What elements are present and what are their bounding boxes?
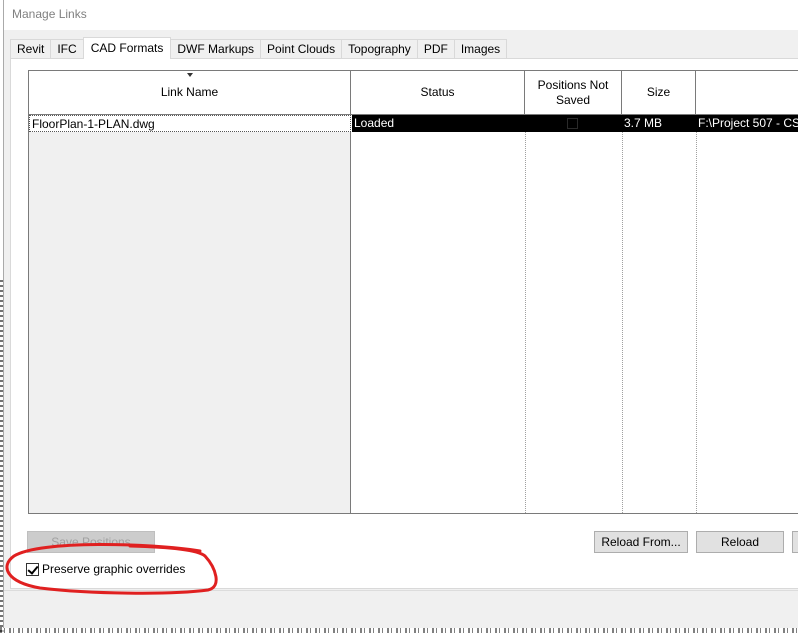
cell-positions-not-saved[interactable] — [525, 115, 622, 132]
column-header-label: Link Name — [160, 85, 219, 99]
save-positions-button[interactable]: Save Positions — [27, 531, 155, 553]
tab-ifc[interactable]: IFC — [50, 39, 84, 59]
tab-pdf[interactable]: PDF — [416, 39, 455, 59]
cell-status[interactable]: Loaded — [352, 115, 525, 132]
preserve-graphic-overrides-checkbox[interactable] — [26, 562, 39, 576]
table-row[interactable]: FloorPlan-1-PLAN.dwg Loaded 3.7 MB F:\Pr… — [29, 115, 798, 132]
links-table: Link Name Status Positions Not Saved Siz… — [28, 70, 798, 514]
column-header-positions-not-saved[interactable]: Positions Not Saved — [525, 71, 622, 115]
preserve-graphic-overrides-label: Preserve graphic overrides — [42, 562, 186, 576]
column-header-path[interactable] — [696, 71, 798, 115]
title-bar: Manage Links — [4, 0, 798, 30]
window-title: Manage Links — [12, 7, 87, 21]
column-header-label: Size — [646, 85, 671, 99]
sort-arrow-icon — [186, 73, 193, 77]
reload-button[interactable]: Reload — [696, 531, 784, 553]
positions-not-saved-checkbox[interactable] — [567, 118, 578, 129]
reload-from-button[interactable]: Reload From... — [594, 531, 688, 553]
column-divider — [622, 115, 623, 513]
dialog-footer — [4, 590, 798, 628]
cell-size[interactable]: 3.7 MB — [622, 115, 696, 132]
preserve-graphic-overrides-option[interactable]: Preserve graphic overrides — [26, 561, 185, 577]
column-header-link-name[interactable]: Link Name — [29, 71, 351, 115]
column-header-label: Positions Not Saved — [537, 77, 609, 107]
column-header-size[interactable]: Size — [622, 71, 696, 115]
cell-path[interactable]: F:\Project 507 - CSC — [696, 115, 798, 132]
tab-point-clouds[interactable]: Point Clouds — [260, 39, 343, 59]
tab-dwf-markups[interactable]: DWF Markups — [170, 39, 262, 59]
cell-link-name[interactable]: FloorPlan-1-PLAN.dwg — [29, 115, 351, 132]
cad-formats-panel: Link Name Status Positions Not Saved Siz… — [10, 58, 798, 589]
manage-links-dialog: Manage Links Revit IFC CAD Formats DWF M… — [3, 0, 798, 628]
tab-images[interactable]: Images — [453, 39, 508, 59]
tab-strip: Revit IFC CAD Formats DWF Markups Point … — [10, 37, 508, 59]
tab-revit[interactable]: Revit — [10, 39, 52, 59]
column-header-label: Status — [420, 85, 455, 99]
next-button-partial[interactable] — [792, 531, 798, 553]
tab-cad-formats[interactable]: CAD Formats — [82, 37, 172, 59]
tab-topography[interactable]: Topography — [341, 39, 418, 59]
link-name-column-area — [29, 115, 351, 513]
column-divider — [525, 115, 526, 513]
column-header-status[interactable]: Status — [351, 71, 525, 115]
column-divider — [696, 115, 697, 513]
